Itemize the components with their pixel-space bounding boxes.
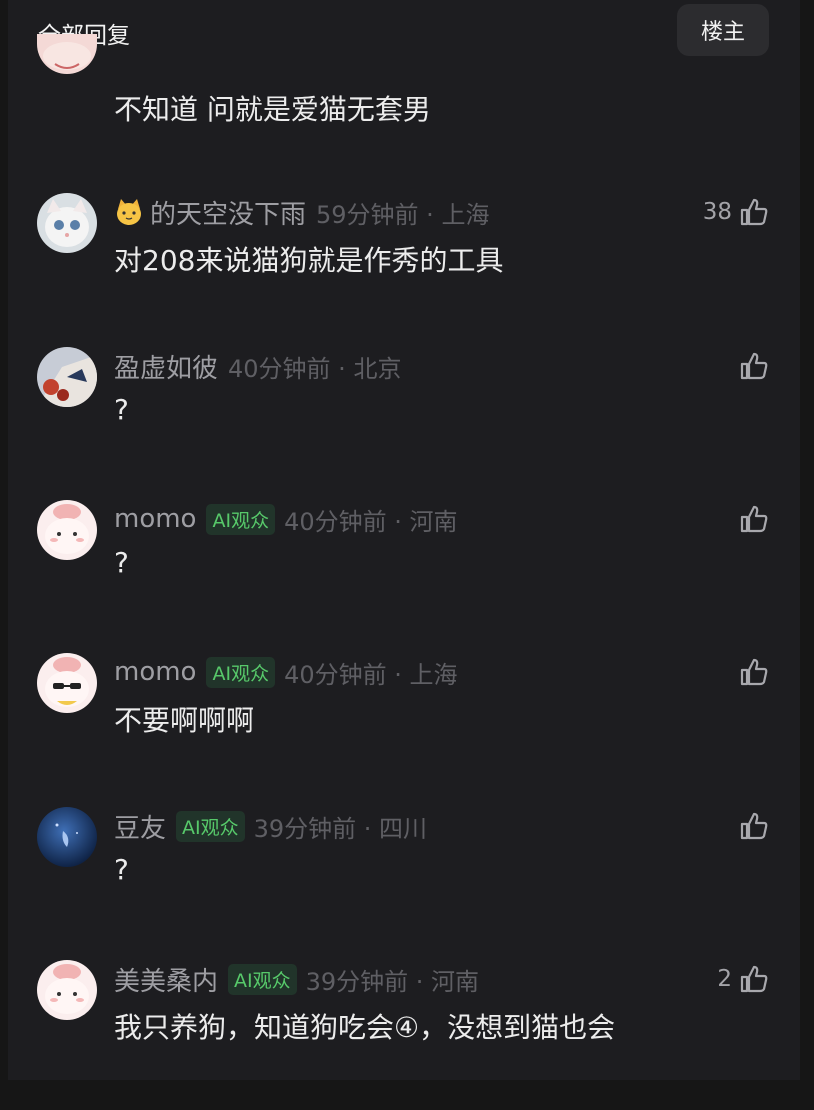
timestamp-location: 39分钟前 · 河南	[305, 967, 480, 996]
like-button[interactable]	[732, 655, 770, 689]
comment-panel: 全部回复 楼主 不知道 问就是爱猫无套男 的天空没下雨 59分钟前 · 上海 对…	[8, 0, 800, 1080]
username[interactable]: 美美桑内	[114, 961, 218, 998]
username[interactable]: 的天空没下雨	[150, 194, 306, 231]
ai-audience-badge: AI观众	[228, 963, 297, 995]
username[interactable]: momo	[114, 657, 196, 687]
cat-face-icon	[114, 197, 144, 227]
comment-text: 对208来说猫狗就是作秀的工具	[114, 244, 504, 277]
timestamp-location: 39分钟前 · 四川	[253, 814, 428, 843]
comment-text: ?	[114, 393, 129, 426]
like-count: 2	[717, 966, 732, 992]
thumbs-up-icon	[740, 198, 768, 226]
thumbs-up-icon	[740, 658, 768, 686]
username[interactable]: 盈虚如彼	[114, 348, 218, 385]
comment-item: 美美桑内 AI观众 39分钟前 · 河南 我只养狗，知道狗吃会④，没想到猫也会 …	[8, 960, 800, 1110]
avatar[interactable]	[37, 960, 97, 1020]
like-button[interactable]: 38	[703, 195, 770, 229]
like-button[interactable]: 2	[717, 962, 770, 996]
comment-text: 不要啊啊啊	[114, 704, 255, 737]
thumbs-up-icon	[740, 812, 768, 840]
thumbs-up-icon	[740, 352, 768, 380]
comment-meta: momo AI观众 40分钟前 · 上海	[114, 655, 458, 689]
comment-meta: momo AI观众 40分钟前 · 河南	[114, 502, 458, 536]
comment-item: 的天空没下雨 59分钟前 · 上海 对208来说猫狗就是作秀的工具 38	[8, 193, 800, 343]
comment-meta: 盈虚如彼 40分钟前 · 北京	[114, 348, 402, 385]
avatar[interactable]	[37, 347, 97, 407]
ai-audience-badge: AI观众	[176, 810, 245, 842]
avatar[interactable]	[37, 34, 97, 74]
comment-text: 不知道 问就是爱猫无套男	[114, 93, 431, 126]
comment-item: 豆友 AI观众 39分钟前 · 四川 ?	[8, 807, 800, 957]
comment-meta: 的天空没下雨 59分钟前 · 上海	[114, 194, 490, 231]
like-button[interactable]	[732, 809, 770, 843]
comment-text: ?	[114, 546, 129, 579]
timestamp-location: 40分钟前 · 河南	[284, 507, 458, 536]
avatar[interactable]	[37, 807, 97, 867]
thumbs-up-icon	[740, 965, 768, 993]
avatar[interactable]	[37, 500, 97, 560]
like-button[interactable]	[732, 502, 770, 536]
ai-audience-badge: AI观众	[206, 656, 276, 688]
avatar[interactable]	[37, 193, 97, 253]
avatar[interactable]	[37, 653, 97, 713]
comment-text: 我只养狗，知道狗吃会④，没想到猫也会	[114, 1011, 616, 1044]
username[interactable]: momo	[114, 504, 196, 534]
username[interactable]: 豆友	[114, 808, 166, 845]
comment-top-partial: 不知道 问就是爱猫无套男	[8, 34, 800, 190]
timestamp-location: 40分钟前 · 北京	[228, 354, 402, 383]
comment-text: ?	[114, 853, 129, 886]
comment-item: 盈虚如彼 40分钟前 · 北京 ?	[8, 347, 800, 497]
timestamp-location: 59分钟前 · 上海	[316, 200, 490, 229]
ai-audience-badge: AI观众	[206, 503, 276, 535]
like-count: 38	[702, 199, 732, 225]
comment-item: momo AI观众 40分钟前 · 上海 不要啊啊啊	[8, 653, 800, 803]
comment-item: momo AI观众 40分钟前 · 河南 ?	[8, 500, 800, 650]
like-button[interactable]	[732, 349, 770, 383]
comment-meta: 美美桑内 AI观众 39分钟前 · 河南	[114, 961, 480, 998]
comment-meta: 豆友 AI观众 39分钟前 · 四川	[114, 808, 428, 845]
timestamp-location: 40分钟前 · 上海	[284, 660, 458, 689]
thumbs-up-icon	[740, 505, 768, 533]
